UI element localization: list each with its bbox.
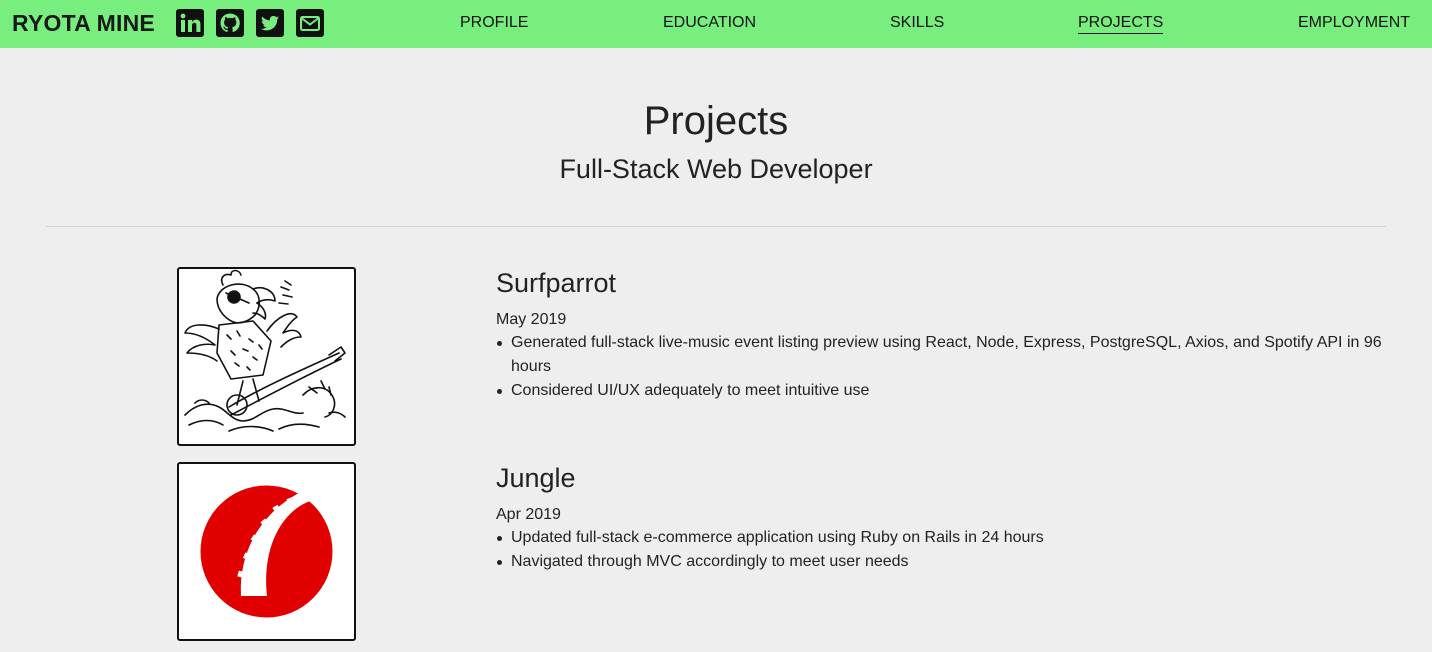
- project-bullets: Updated full-stack e-commerce applicatio…: [496, 526, 1396, 574]
- project-date: Apr 2019: [496, 506, 561, 523]
- linkedin-icon[interactable]: [176, 9, 204, 37]
- jungle-rails-logo-image[interactable]: [177, 462, 356, 641]
- page-title: Projects: [643, 99, 789, 143]
- page-subtitle: Full-Stack Web Developer: [559, 154, 873, 184]
- nav-profile[interactable]: PROFILE: [460, 13, 528, 33]
- nav-projects[interactable]: PROJECTS: [1078, 13, 1164, 34]
- list-item: Generated full-stack live-music event li…: [496, 331, 1396, 379]
- section-divider: [46, 226, 1386, 227]
- twitter-icon[interactable]: [256, 9, 284, 37]
- nav-education[interactable]: EDUCATION: [663, 13, 756, 33]
- project-date: May 2019: [496, 311, 567, 328]
- nav-employment[interactable]: EMPLOYMENT: [1298, 13, 1410, 33]
- nav-skills[interactable]: SKILLS: [890, 13, 944, 33]
- list-item: Updated full-stack e-commerce applicatio…: [496, 526, 1396, 550]
- project-name: Surfparrot: [496, 268, 617, 298]
- github-icon[interactable]: [216, 9, 244, 37]
- surfparrot-logo-image[interactable]: [177, 267, 356, 446]
- project-bullets: Generated full-stack live-music event li…: [496, 331, 1396, 403]
- list-item: Navigated through MVC accordingly to mee…: [496, 550, 1396, 574]
- email-icon[interactable]: [296, 9, 324, 37]
- brand-name[interactable]: RYOTA MINE: [12, 9, 155, 37]
- project-name: Jungle: [496, 463, 576, 493]
- list-item: Considered UI/UX adequately to meet intu…: [496, 379, 1396, 403]
- top-navbar: RYOTA MINE PROFILE EDUCATION SKILLS PROJ…: [0, 0, 1432, 48]
